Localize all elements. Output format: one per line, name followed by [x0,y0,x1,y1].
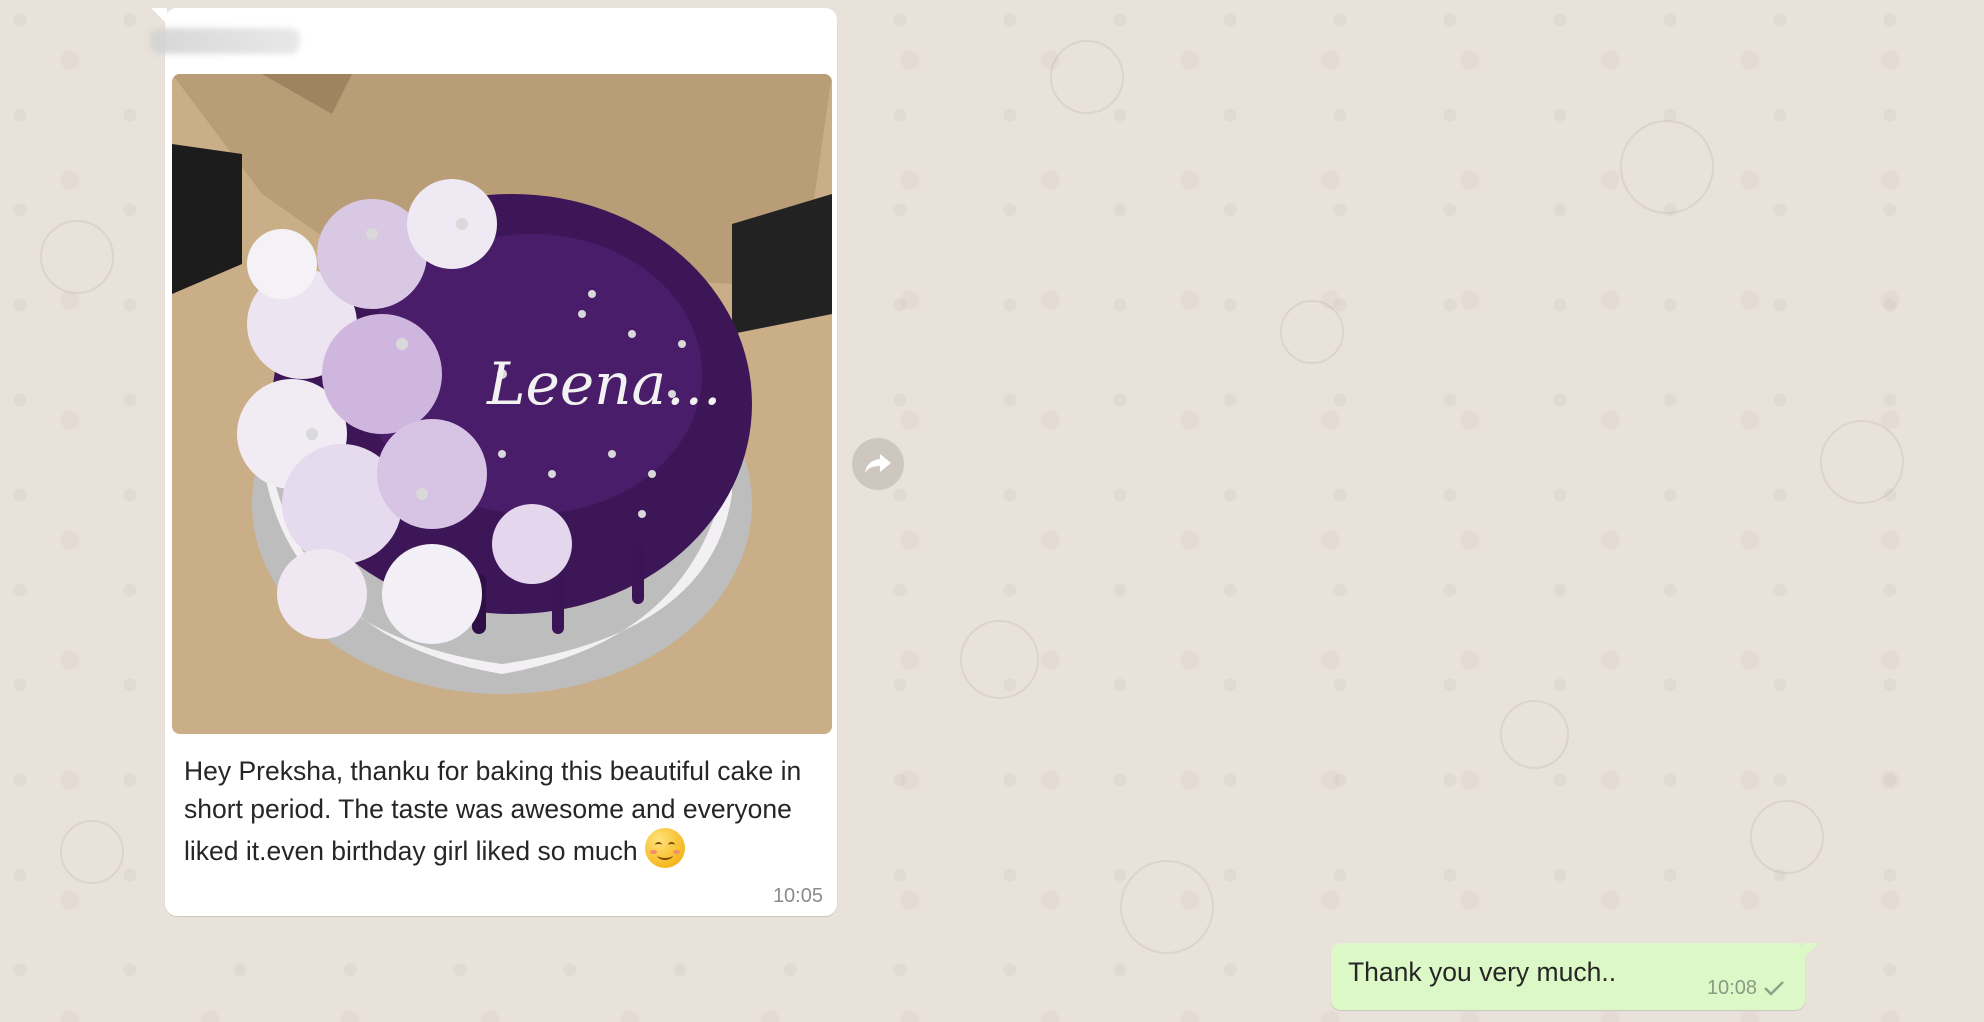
single-check-icon [1764,981,1784,996]
forward-arrow-icon [865,454,891,473]
blushing-smile-emoji [645,828,686,868]
message-text: Thank you very much.. [1348,957,1617,987]
incoming-image-message[interactable]: Leena... Hey Preksha, thanku for baking … [150,8,837,916]
sender-name-redacted [150,28,300,54]
message-timestamp: 10:08 [1706,977,1757,999]
bubble-tail [1803,943,1819,959]
cake-photo[interactable]: Leena... [172,74,832,734]
bubble-tail [151,8,167,24]
forward-button[interactable] [852,438,904,490]
message-timestamp: 10:05 [772,885,823,907]
outgoing-text-message[interactable]: Thank you very much.. 10:08 [1331,943,1819,1010]
message-text: Hey Preksha, thanku for baking this beau… [184,756,802,868]
cake-lettering: Leena... [486,350,721,418]
